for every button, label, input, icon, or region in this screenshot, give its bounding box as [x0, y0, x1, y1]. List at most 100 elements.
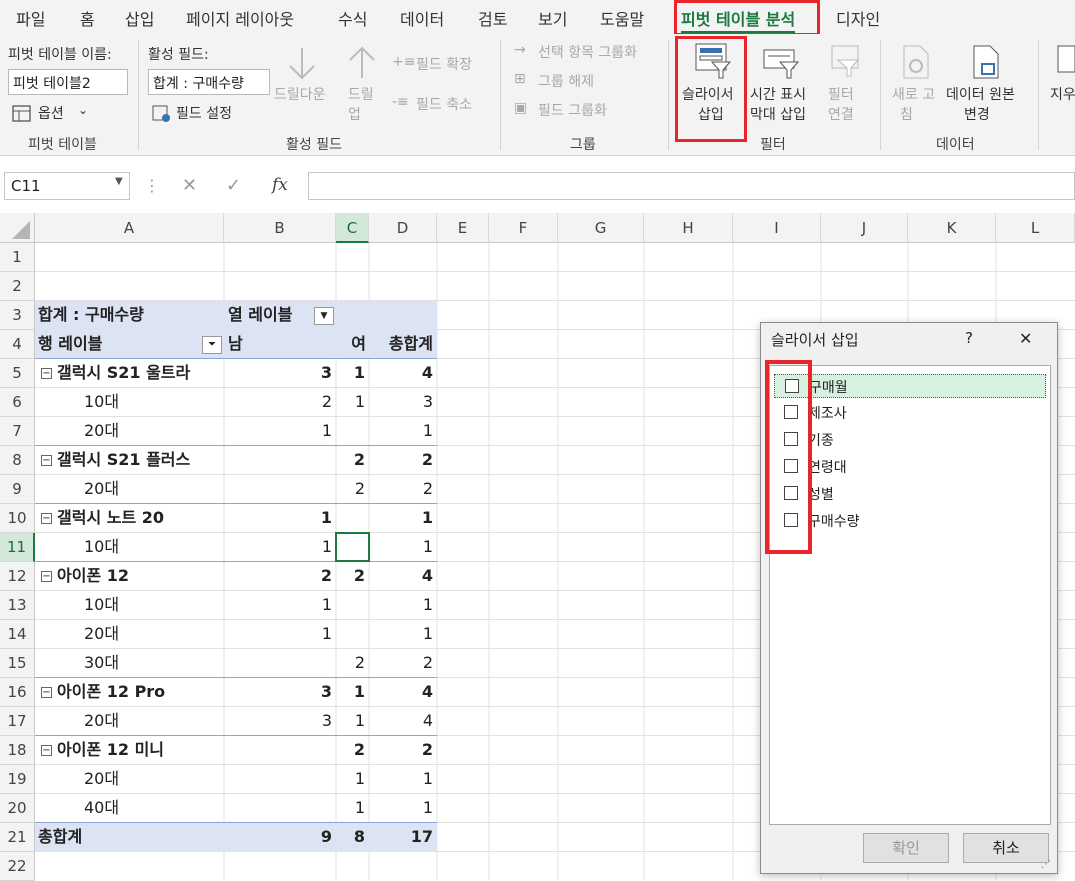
- pivot-value-female[interactable]: [337, 417, 365, 445]
- select-all-corner[interactable]: [0, 213, 35, 243]
- pivot-value-female[interactable]: 1: [337, 359, 365, 387]
- collapse-field-button[interactable]: 필드 축소: [416, 94, 472, 114]
- row-labels-header[interactable]: 행 레이블: [38, 330, 198, 358]
- pivot-value-female[interactable]: [337, 504, 365, 532]
- collapse-toggle-icon[interactable]: −: [41, 513, 52, 524]
- row-header-19[interactable]: 19: [0, 765, 35, 794]
- pivot-value-female[interactable]: 1: [337, 388, 365, 416]
- tab-home[interactable]: 홈: [80, 6, 95, 30]
- pivot-value-total[interactable]: 3: [370, 388, 433, 416]
- column-header-f[interactable]: F: [489, 213, 558, 243]
- row-header-7[interactable]: 7: [0, 417, 35, 446]
- insert-timeline-button[interactable]: 시간 표시 막대 삽입: [748, 38, 818, 123]
- row-header-20[interactable]: 20: [0, 794, 35, 823]
- cancel-button[interactable]: 취소: [963, 833, 1049, 863]
- options-button[interactable]: 옵션 ⌄: [10, 102, 130, 126]
- column-header-j[interactable]: J: [821, 213, 908, 243]
- pivot-value-total[interactable]: 1: [370, 417, 433, 445]
- column-header-b[interactable]: B: [224, 213, 336, 243]
- pivot-row-label[interactable]: 20대: [84, 707, 224, 735]
- pivot-row-label[interactable]: 10대: [84, 591, 224, 619]
- grand-total-label[interactable]: 총합계: [38, 823, 188, 851]
- pivot-row-label[interactable]: 갤럭시 S21 울트라: [57, 359, 227, 387]
- tab-help[interactable]: 도움말: [600, 6, 644, 30]
- insert-function-icon[interactable]: fx: [272, 175, 288, 195]
- collapse-toggle-icon[interactable]: −: [41, 571, 52, 582]
- pivot-value-male[interactable]: [226, 446, 332, 474]
- pivot-value-total[interactable]: 1: [370, 504, 433, 532]
- slicer-field-item[interactable]: 제조사: [774, 401, 1046, 425]
- column-header-g[interactable]: G: [558, 213, 644, 243]
- collapse-toggle-icon[interactable]: −: [41, 687, 52, 698]
- pivot-value-total[interactable]: 2: [370, 736, 433, 764]
- filter-connections-button[interactable]: 필터 연결: [822, 38, 868, 123]
- row-header-9[interactable]: 9: [0, 475, 35, 504]
- resize-grip-icon[interactable]: ⋰: [1041, 859, 1051, 870]
- row-header-8[interactable]: 8: [0, 446, 35, 475]
- change-data-source-button[interactable]: 데이터 원본 변경: [944, 38, 1030, 123]
- collapse-toggle-icon[interactable]: −: [41, 368, 52, 379]
- pivot-row-label[interactable]: 아이폰 12 Pro: [57, 678, 227, 706]
- pivot-value-male[interactable]: [226, 765, 332, 793]
- pivot-name-input[interactable]: 피벗 테이블2: [8, 69, 128, 95]
- pivot-value-male[interactable]: 3: [226, 359, 332, 387]
- pivot-value-male[interactable]: 3: [226, 678, 332, 706]
- tab-page-layout[interactable]: 페이지 레이아웃: [186, 6, 294, 30]
- formula-input[interactable]: [308, 172, 1075, 200]
- pivot-value-female[interactable]: 1: [337, 794, 365, 822]
- pivot-value-female[interactable]: 1: [337, 707, 365, 735]
- drill-down-button[interactable]: 드릴다운: [274, 84, 326, 104]
- pivot-value-male[interactable]: 1: [226, 533, 332, 561]
- row-header-4[interactable]: 4: [0, 330, 35, 359]
- slicer-field-item[interactable]: 구매월: [774, 374, 1046, 398]
- column-header-k[interactable]: K: [908, 213, 996, 243]
- pivot-value-male[interactable]: 2: [226, 388, 332, 416]
- pivot-value-male[interactable]: [226, 649, 332, 677]
- pivot-value-male[interactable]: 1: [226, 417, 332, 445]
- pivot-row-label[interactable]: 20대: [84, 620, 224, 648]
- ok-button[interactable]: 확인: [863, 833, 949, 863]
- pivot-value-total[interactable]: 2: [370, 446, 433, 474]
- tab-view[interactable]: 보기: [538, 6, 567, 30]
- pivot-value-male[interactable]: [226, 736, 332, 764]
- pivot-value-male[interactable]: 2: [226, 562, 332, 590]
- active-cell-c11[interactable]: [335, 532, 370, 562]
- grand-total-female[interactable]: 8: [337, 823, 365, 851]
- pivot-row-label[interactable]: 갤럭시 S21 플러스: [57, 446, 227, 474]
- pivot-row-label[interactable]: 20대: [84, 765, 224, 793]
- group-field-button[interactable]: 필드 그룹화: [538, 100, 607, 120]
- pivot-value-total[interactable]: 1: [370, 533, 433, 561]
- grand-total-all[interactable]: 17: [370, 823, 433, 851]
- row-header-11[interactable]: 11: [0, 533, 35, 562]
- pivot-value-total[interactable]: 2: [370, 649, 433, 677]
- row-header-21[interactable]: 21: [0, 823, 35, 852]
- slicer-field-item[interactable]: 기종: [774, 428, 1046, 452]
- row-header-22[interactable]: 22: [0, 852, 35, 881]
- tab-insert[interactable]: 삽입: [125, 6, 154, 30]
- name-box[interactable]: C11 ▼: [4, 172, 130, 200]
- collapse-toggle-icon[interactable]: −: [41, 455, 52, 466]
- column-header-a[interactable]: A: [35, 213, 224, 243]
- pivot-row-label[interactable]: 아이폰 12: [57, 562, 227, 590]
- refresh-button[interactable]: 새로 고 침: [888, 38, 944, 123]
- clear-button[interactable]: 지우: [1050, 84, 1075, 104]
- pivot-value-total[interactable]: 4: [370, 562, 433, 590]
- tab-file[interactable]: 파일: [16, 6, 45, 30]
- pivot-value-total[interactable]: 4: [370, 678, 433, 706]
- pivot-row-label[interactable]: 갤럭시 노트 20: [57, 504, 227, 532]
- pivot-value-total[interactable]: 1: [370, 591, 433, 619]
- tab-design[interactable]: 디자인: [836, 6, 880, 30]
- row-filter-icon[interactable]: ⏷: [202, 336, 222, 354]
- column-header-i[interactable]: I: [733, 213, 821, 243]
- pivot-value-male[interactable]: 1: [226, 591, 332, 619]
- column-header-d[interactable]: D: [369, 213, 437, 243]
- cancel-icon[interactable]: ✕: [182, 175, 197, 196]
- pivot-value-total[interactable]: 4: [370, 359, 433, 387]
- pivot-value-male[interactable]: [226, 475, 332, 503]
- tab-review[interactable]: 검토: [478, 6, 507, 30]
- pivot-row-label[interactable]: 10대: [84, 388, 224, 416]
- pivot-row-label[interactable]: 20대: [84, 417, 224, 445]
- pivot-value-total[interactable]: 1: [370, 794, 433, 822]
- pivot-row-label[interactable]: 40대: [84, 794, 224, 822]
- close-icon[interactable]: ✕: [1019, 329, 1032, 348]
